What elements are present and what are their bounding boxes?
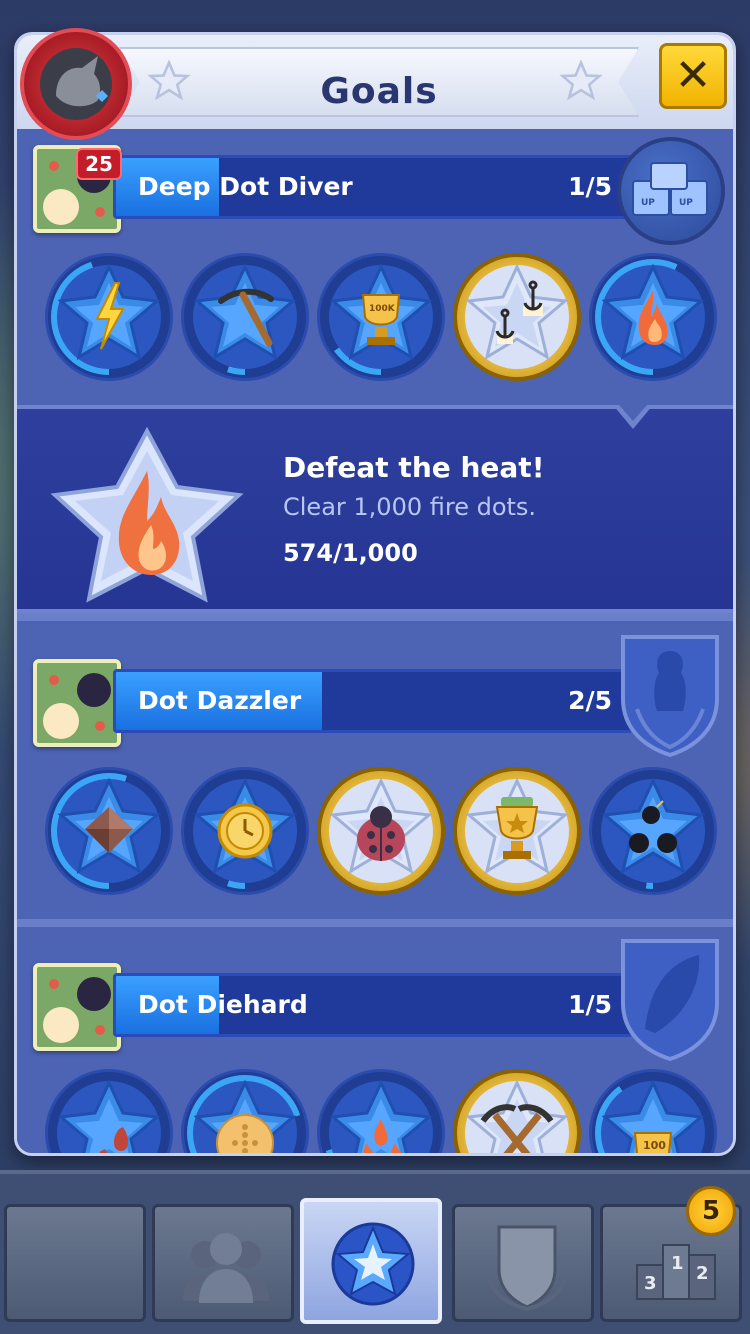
shield-silhouette-icon[interactable] xyxy=(615,629,725,759)
square-block-icon xyxy=(57,777,161,883)
goal-section-dot-diehard: Dot Diehard 1/5 100 xyxy=(17,927,733,1153)
goal-progress-bar: Dot Diehard 1/5 xyxy=(113,973,633,1037)
goal-name: Deep Dot Diver xyxy=(138,172,353,201)
goals-star-icon xyxy=(331,1222,415,1306)
tab-friends[interactable] xyxy=(152,1204,294,1322)
goal-badge[interactable] xyxy=(45,767,173,895)
svg-text:UP: UP xyxy=(679,198,693,208)
triple-fire-icon xyxy=(329,1079,433,1153)
svg-text:100: 100 xyxy=(643,1139,666,1152)
goal-badge[interactable] xyxy=(453,1069,581,1153)
close-icon: ✕ xyxy=(674,50,712,101)
goal-progress-bar: Dot Dazzler 2/5 xyxy=(113,669,633,733)
tab-profile[interactable] xyxy=(4,1204,146,1322)
goal-name: Dot Dazzler xyxy=(138,686,302,715)
map-thumbnail xyxy=(33,659,121,747)
goal-badge[interactable] xyxy=(181,767,309,895)
goal-section-dot-dazzler: Dot Dazzler 2/5 xyxy=(17,621,733,919)
svg-text:1: 1 xyxy=(671,1253,684,1274)
shield-feather-icon[interactable] xyxy=(615,933,725,1063)
goal-detail-panel: Defeat the heat! Clear 1,000 fire dots. … xyxy=(17,405,733,613)
star-outline-icon xyxy=(147,59,191,101)
team-shield-icon xyxy=(487,1225,567,1311)
fire-drops-icon xyxy=(57,1079,161,1153)
trophy-100-icon: 100 xyxy=(601,1079,705,1153)
avatar[interactable]: 25 xyxy=(20,28,132,180)
goal-count: 2/5 xyxy=(568,686,612,715)
goals-modal: Goals ✕ Deep Dot Diver 1/5 UP UP 100K De… xyxy=(14,32,736,1156)
anchors-icon xyxy=(465,263,569,369)
bottom-navigation: 3 1 2 xyxy=(0,1170,750,1334)
lightning-icon xyxy=(57,263,161,369)
goal-badge[interactable] xyxy=(453,767,581,895)
goal-name: Dot Diehard xyxy=(138,990,308,1019)
goal-badge[interactable] xyxy=(589,253,717,381)
map-thumbnail xyxy=(33,963,121,1051)
goal-badge[interactable] xyxy=(181,1069,309,1153)
svg-text:UP: UP xyxy=(641,198,655,208)
goals-list: Deep Dot Diver 1/5 UP UP 100K Defeat the… xyxy=(17,129,733,1153)
goal-badge[interactable] xyxy=(45,1069,173,1153)
bombs-icon xyxy=(601,777,705,883)
friends-icon xyxy=(183,1233,269,1303)
crossed-pickaxes-icon xyxy=(465,1079,569,1153)
fire-icon xyxy=(601,263,705,369)
goal-badge[interactable] xyxy=(453,253,581,381)
podium-icon: 3 1 2 xyxy=(636,1244,716,1300)
trophy-star-icon xyxy=(465,777,569,883)
ladybug-icon xyxy=(329,777,433,883)
close-button[interactable]: ✕ xyxy=(659,43,727,109)
player-level: 25 xyxy=(76,148,122,180)
clock-icon xyxy=(193,777,297,883)
goal-progress-bar: Deep Dot Diver 1/5 xyxy=(113,155,633,219)
star-outline-icon xyxy=(559,59,603,101)
goal-count: 1/5 xyxy=(568,990,612,1019)
notification-badge: 5 xyxy=(686,1186,736,1236)
powerup-crates-icon: UP UP xyxy=(632,162,708,216)
tab-goals[interactable] xyxy=(300,1198,442,1324)
detail-progress: 574/1,000 xyxy=(283,539,418,567)
goal-badge[interactable]: 100K xyxy=(317,253,445,381)
svg-text:2: 2 xyxy=(696,1263,709,1284)
reward-crates[interactable]: UP UP xyxy=(617,137,725,245)
tab-teams[interactable] xyxy=(452,1204,594,1322)
trophy-100k-icon: 100K xyxy=(329,263,433,369)
svg-text:100K: 100K xyxy=(369,304,396,314)
goal-badge[interactable] xyxy=(317,767,445,895)
goal-badge[interactable] xyxy=(589,767,717,895)
goal-badge[interactable] xyxy=(45,253,173,381)
goal-count: 1/5 xyxy=(568,172,612,201)
dice-icon xyxy=(193,1079,297,1153)
goal-badge[interactable]: 100 xyxy=(589,1069,717,1153)
rhino-avatar-icon xyxy=(40,48,112,120)
svg-text:3: 3 xyxy=(644,1273,657,1294)
goal-badge[interactable] xyxy=(181,253,309,381)
pickaxe-icon xyxy=(193,263,297,369)
goal-section-deep-dot-diver: Deep Dot Diver 1/5 UP UP 100K xyxy=(17,129,733,405)
detail-description: Clear 1,000 fire dots. xyxy=(283,493,537,521)
detail-title: Defeat the heat! xyxy=(283,451,545,484)
fire-badge-icon xyxy=(50,426,244,603)
goal-badge[interactable] xyxy=(317,1069,445,1153)
